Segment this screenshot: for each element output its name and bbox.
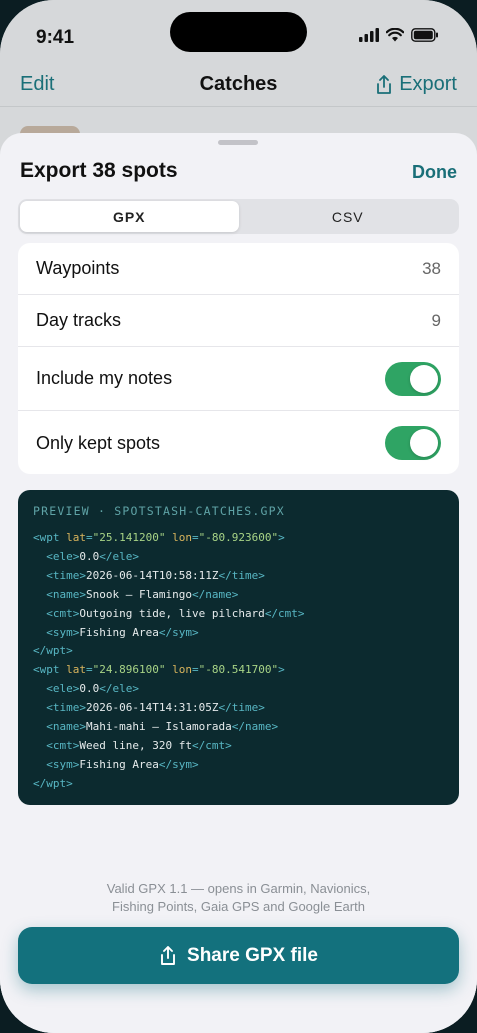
- wpt-lat: 24.896100: [99, 663, 159, 677]
- export-sheet: Export 38 spots Done GPX CSV Waypoints 3…: [0, 133, 477, 1033]
- wpt-ele: 0.0: [79, 682, 100, 696]
- toggle-knob: [410, 429, 438, 457]
- code-line: <ele>0.0</ele>: [46, 549, 139, 563]
- wpt-time: 2026-06-14T14:31:05Z: [86, 701, 219, 715]
- code-line: <wpt lat="25.141200" lon="-80.923600">: [33, 531, 285, 544]
- share-gpx-button[interactable]: Share GPX file: [18, 927, 459, 984]
- code-line: <ele>0.0</ele>: [46, 682, 139, 696]
- code-line: <sym>Fishing Area</sym>: [46, 625, 199, 639]
- include-notes-row: Include my notes: [18, 347, 459, 411]
- wpt-name: Snook — Flamingo: [86, 587, 192, 601]
- only-kept-label: Only kept spots: [36, 432, 161, 453]
- gpx-preview-panel: PREVIEW · SPOTSTASH-CATCHES.GPX <wpt lat…: [18, 490, 459, 805]
- code-line: <cmt>Weed line, 320 ft</cmt>: [46, 738, 232, 752]
- wpt-cmt: Weed line, 320 ft: [79, 738, 192, 752]
- wpt-time: 2026-06-14T10:58:11Z: [86, 568, 219, 582]
- share-gpx-label: Share GPX file: [187, 944, 318, 966]
- gpx-compatibility-note: Valid GPX 1.1 — opens in Garmin, Navioni…: [0, 880, 477, 916]
- include-notes-label: Include my notes: [36, 368, 173, 388]
- day-tracks-row: Day tracks 9: [18, 295, 459, 347]
- day-tracks-label: Day tracks: [36, 310, 122, 330]
- footer-line-1: Valid GPX 1.1 — opens in Garmin, Navioni…: [106, 881, 371, 896]
- preview-title: PREVIEW · SPOTSTASH-CATCHES.GPX: [33, 504, 285, 518]
- wpt-lat: 25.141200: [99, 531, 159, 544]
- waypoints-row: Waypoints 38: [18, 243, 459, 295]
- wpt-cmt: Outgoing tide, live pilchard: [79, 606, 265, 620]
- code-line: <time>2026-06-14T14:31:05Z</time>: [46, 701, 265, 715]
- status-icons: [359, 28, 439, 42]
- only-kept-toggle[interactable]: [385, 426, 441, 460]
- code-line: <name>Snook — Flamingo</name>: [46, 587, 239, 601]
- waypoints-count: 38: [422, 258, 441, 278]
- wpt-sym: Fishing Area: [79, 625, 159, 639]
- code-line: <wpt lat="24.896100" lon="-80.541700">: [33, 663, 285, 677]
- day-tracks-count: 9: [431, 310, 441, 330]
- code-line: </wpt>: [33, 644, 73, 658]
- wpt-lon: -80.923600: [205, 531, 272, 544]
- sheet-title: Export 38 spots: [20, 159, 178, 182]
- status-bar: 9:41: [0, 0, 477, 66]
- code-line: <sym>Fishing Area</sym>: [46, 757, 199, 771]
- code-line: </wpt>: [33, 776, 73, 790]
- waypoints-label: Waypoints: [36, 258, 120, 278]
- code-line: <name>Mahi-mahi — Islamorada</name>: [46, 720, 279, 734]
- wpt-sym: Fishing Area: [79, 757, 159, 771]
- wifi-icon: [386, 28, 404, 42]
- toggle-knob: [410, 364, 438, 393]
- share-icon: [377, 74, 392, 94]
- dynamic-island: [170, 12, 307, 52]
- only-kept-row: Only kept spots: [18, 411, 459, 474]
- share-icon: [161, 945, 175, 965]
- export-button[interactable]: Export: [375, 73, 457, 96]
- nav-bar: Edit Catches Export: [0, 66, 477, 106]
- export-label: Export: [399, 73, 457, 95]
- sheet-grabber[interactable]: [218, 140, 258, 145]
- code-line: <cmt>Outgoing tide, live pilchard</cmt>: [46, 606, 305, 620]
- code-line: <time>2026-06-14T10:58:11Z</time>: [46, 568, 265, 582]
- footer-line-2: Fishing Points, Gaia GPS and Google Eart…: [112, 899, 365, 914]
- phone-screen: 9:41 Edit Catches Export Export 38 spots…: [0, 0, 477, 1033]
- battery-icon: [411, 28, 438, 42]
- export-options-card: Waypoints 38 Day tracks 9 Include my not…: [18, 243, 459, 474]
- signal-icon: [359, 28, 379, 42]
- include-notes-toggle[interactable]: [385, 361, 441, 396]
- done-button[interactable]: Done: [412, 162, 457, 183]
- status-time: 9:41: [36, 27, 75, 48]
- segment-gpx[interactable]: GPX: [20, 201, 239, 232]
- wpt-name: Mahi-mahi — Islamorada: [86, 720, 232, 734]
- gpx-code: <wpt lat="25.141200" lon="-80.923600"> <…: [33, 529, 444, 794]
- segment-csv[interactable]: CSV: [239, 201, 458, 232]
- wpt-lon: -80.541700: [205, 663, 272, 677]
- format-segmented-control: GPX CSV: [18, 199, 459, 234]
- wpt-ele: 0.0: [79, 549, 100, 563]
- nav-divider: [0, 106, 477, 107]
